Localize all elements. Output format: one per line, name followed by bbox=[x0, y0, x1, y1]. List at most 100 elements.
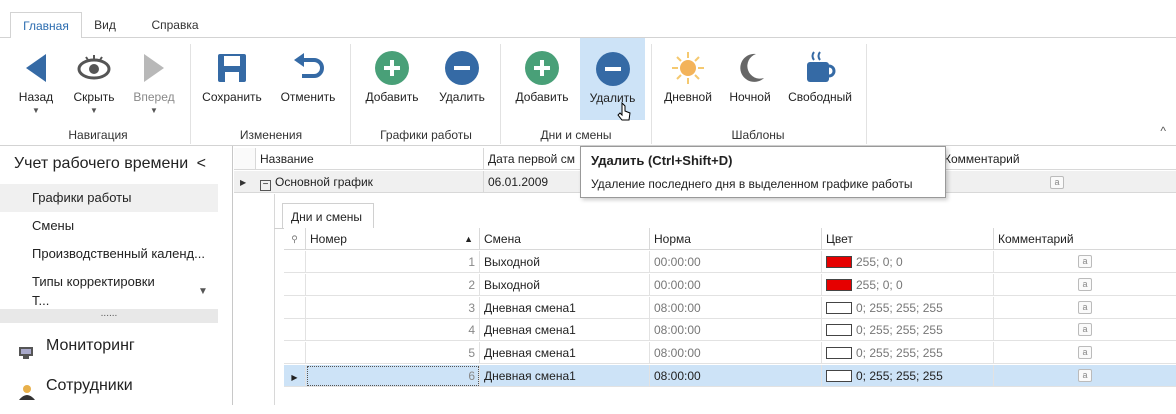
color-value: 0; 255; 255; 255 bbox=[856, 369, 943, 383]
nav-item-schedules[interactable]: Графики работы bbox=[0, 184, 218, 212]
tab-help[interactable]: Справка bbox=[140, 12, 210, 38]
color-cell[interactable]: 0; 255; 255; 255 bbox=[822, 297, 994, 319]
group-label-changes: Изменения bbox=[239, 128, 303, 142]
panel-splitter[interactable]: ...... bbox=[0, 309, 218, 323]
color-cell[interactable]: 255; 0; 0 bbox=[822, 274, 994, 296]
group-separator bbox=[190, 44, 191, 144]
number-cell[interactable]: 5 bbox=[306, 342, 480, 364]
row-indicator[interactable] bbox=[284, 274, 306, 296]
back-button[interactable]: Назад ▼ bbox=[8, 38, 64, 120]
comment-note-icon[interactable]: a bbox=[1078, 369, 1092, 382]
save-button[interactable]: Сохранить bbox=[196, 38, 268, 120]
shift-cell[interactable]: Выходной bbox=[480, 274, 650, 296]
tab-home[interactable]: Главная bbox=[10, 12, 82, 39]
norm-cell[interactable]: 08:00:00 bbox=[650, 365, 822, 387]
color-cell[interactable]: 0; 255; 255; 255 bbox=[822, 365, 994, 387]
column-header-shift[interactable]: Смена bbox=[480, 228, 650, 250]
shift-cell[interactable]: Дневная смена1 bbox=[480, 297, 650, 319]
add-schedule-button[interactable]: Добавить bbox=[356, 38, 428, 120]
column-header-comment-detail[interactable]: Комментарий bbox=[994, 228, 1176, 250]
row-pointer-icon: ▶ bbox=[240, 178, 247, 187]
number-cell[interactable]: 4 bbox=[306, 319, 480, 341]
delete-day-button[interactable]: Удалить bbox=[580, 38, 645, 120]
color-cell[interactable]: 0; 255; 255; 255 bbox=[822, 319, 994, 341]
shift-cell[interactable]: Дневная смена1 bbox=[480, 319, 650, 341]
employees-label: Сотрудники bbox=[46, 377, 133, 394]
nav-item-correction-types[interactable]: Типы корректировки bbox=[0, 268, 218, 296]
color-value: 0; 255; 255; 255 bbox=[856, 346, 943, 360]
norm-cell[interactable]: 08:00:00 bbox=[650, 342, 822, 364]
group-label-days: Дни и смены bbox=[540, 128, 612, 142]
number-cell[interactable]: 2 bbox=[306, 274, 480, 296]
mouse-cursor-icon bbox=[617, 101, 633, 122]
number-cell[interactable]: 1 bbox=[306, 251, 480, 273]
ribbon-tabs: Главная Вид Справка bbox=[0, 12, 1176, 39]
arrow-right-icon bbox=[134, 48, 174, 88]
row-indicator[interactable]: ▶ bbox=[284, 365, 306, 387]
column-header-norm[interactable]: Норма bbox=[650, 228, 822, 250]
shift-cell[interactable]: Выходной bbox=[480, 251, 650, 273]
comment-note-icon[interactable]: a bbox=[1078, 255, 1092, 268]
undo-button-label: Отменить bbox=[280, 90, 336, 104]
collapse-ribbon-icon[interactable]: ^ bbox=[1160, 124, 1166, 138]
back-button-label: Назад bbox=[18, 90, 54, 104]
row-indicator[interactable] bbox=[284, 342, 306, 364]
group-label-navigation: Навигация bbox=[68, 128, 128, 142]
nav-item-shifts[interactable]: Смены bbox=[0, 212, 218, 240]
group-separator bbox=[500, 44, 501, 144]
color-cell[interactable]: 0; 255; 255; 255 bbox=[822, 342, 994, 364]
chevron-down-icon[interactable]: ▼ bbox=[198, 286, 208, 297]
comment-note-icon[interactable]: a bbox=[1078, 323, 1092, 336]
night-template-button[interactable]: Ночной bbox=[722, 38, 778, 120]
norm-cell[interactable]: 00:00:00 bbox=[650, 274, 822, 296]
delete-day-label: Удалить bbox=[589, 91, 636, 105]
column-header-color[interactable]: Цвет bbox=[822, 228, 994, 250]
row-indicator[interactable] bbox=[284, 319, 306, 341]
tooltip-title: Удалить (Ctrl+Shift+D) bbox=[591, 153, 733, 168]
comment-note-icon[interactable]: a bbox=[1050, 176, 1064, 189]
tab-days-and-shifts[interactable]: Дни и смены bbox=[282, 203, 374, 229]
delete-schedule-button[interactable]: Удалить bbox=[430, 38, 494, 120]
tab-view[interactable]: Вид bbox=[82, 12, 128, 38]
norm-cell[interactable]: 00:00:00 bbox=[650, 251, 822, 273]
color-swatch bbox=[826, 256, 852, 268]
norm-value: 08:00:00 bbox=[654, 346, 701, 360]
column-header-name[interactable]: Название bbox=[256, 148, 484, 170]
number-cell[interactable]: 6 bbox=[306, 365, 480, 387]
forward-button[interactable]: Вперед ▼ bbox=[126, 38, 182, 120]
nav-group-monitoring[interactable]: Мониторинг bbox=[0, 328, 218, 364]
shift-cell[interactable]: Дневная смена1 bbox=[480, 365, 650, 387]
column-header-comment[interactable]: Комментарий bbox=[914, 148, 1176, 170]
number-cell[interactable]: 3 bbox=[306, 297, 480, 319]
norm-value: 08:00:00 bbox=[654, 369, 701, 383]
comment-note-icon[interactable]: a bbox=[1078, 346, 1092, 359]
chevron-left-icon[interactable]: < bbox=[197, 146, 206, 182]
shift-cell[interactable]: Дневная смена1 bbox=[480, 342, 650, 364]
norm-value: 00:00:00 bbox=[654, 278, 701, 292]
column-header-number[interactable]: Номер ▲ bbox=[306, 228, 480, 250]
filter-search-icon[interactable]: ⚲ bbox=[284, 228, 306, 250]
day-template-button[interactable]: Дневной bbox=[658, 38, 718, 120]
day-template-label: Дневной bbox=[664, 90, 712, 104]
row-indicator[interactable] bbox=[284, 251, 306, 273]
nav-group-employees[interactable]: Сотрудники bbox=[0, 368, 218, 404]
norm-cell[interactable]: 08:00:00 bbox=[650, 319, 822, 341]
shift-value: Выходной bbox=[484, 278, 540, 292]
comment-note-icon[interactable]: a bbox=[1078, 301, 1092, 314]
color-value: 255; 0; 0 bbox=[856, 255, 903, 269]
norm-value: 00:00:00 bbox=[654, 255, 701, 269]
undo-button[interactable]: Отменить bbox=[272, 38, 344, 120]
row-indicator[interactable] bbox=[284, 297, 306, 319]
add-day-button[interactable]: Добавить bbox=[506, 38, 578, 120]
chevron-down-icon: ▼ bbox=[90, 106, 98, 115]
norm-cell[interactable]: 08:00:00 bbox=[650, 297, 822, 319]
nav-item-partial[interactable]: Т... bbox=[0, 294, 218, 308]
nav-item-calendar[interactable]: Производственный календ... bbox=[0, 240, 218, 268]
color-cell[interactable]: 255; 0; 0 bbox=[822, 251, 994, 273]
comment-note-icon[interactable]: a bbox=[1078, 278, 1092, 291]
hide-button[interactable]: Скрыть ▼ bbox=[64, 38, 124, 120]
master-name-value: Основной график bbox=[275, 175, 373, 189]
free-template-button[interactable]: Свободный bbox=[782, 38, 858, 120]
master-name-cell[interactable]: − Основной график bbox=[256, 171, 484, 193]
collapse-icon[interactable]: − bbox=[260, 180, 271, 191]
